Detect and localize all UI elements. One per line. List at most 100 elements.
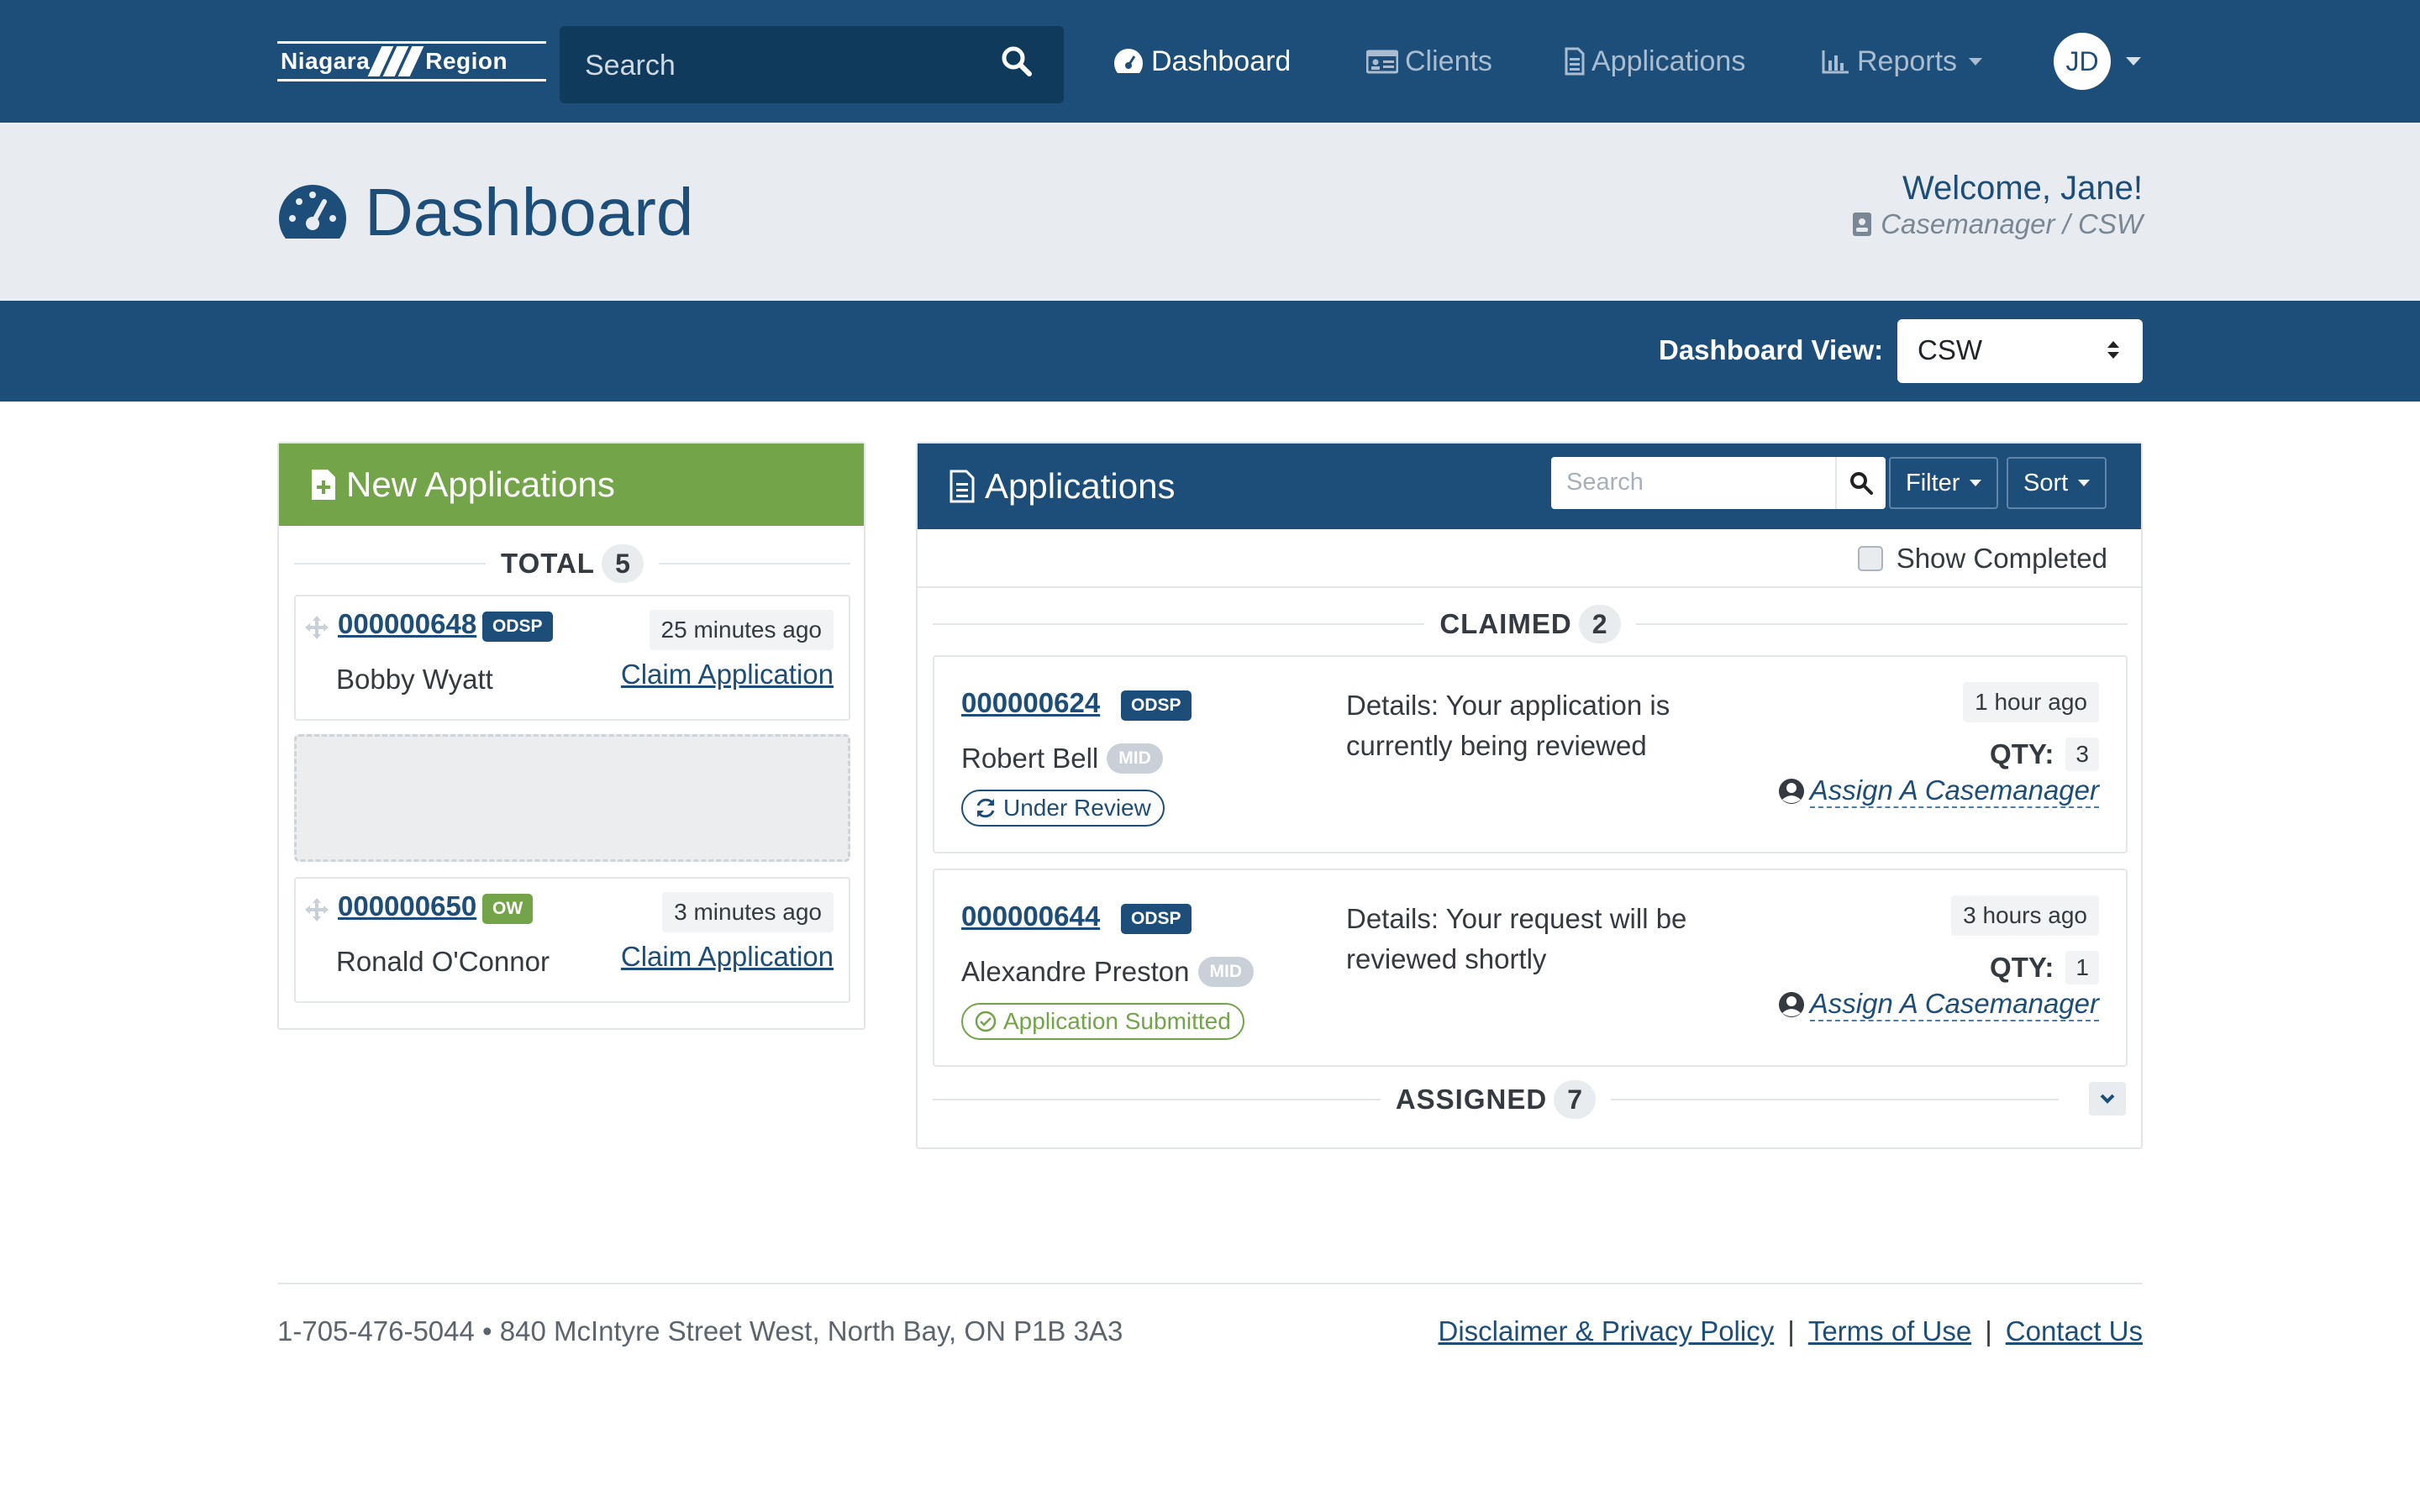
- page-title: Dashboard: [277, 175, 694, 249]
- document-icon: [950, 470, 975, 503]
- user-avatar[interactable]: JD: [2054, 33, 2111, 90]
- total-count-badge: 5: [601, 544, 644, 583]
- check-circle-icon: [975, 1011, 997, 1032]
- tier-badge: MID: [1107, 743, 1163, 774]
- logo-text-right: Region: [425, 48, 508, 74]
- new-application-card[interactable]: 000000648 ODSP 25 minutes ago Bobby Wyat…: [294, 595, 850, 721]
- new-applications-panel: New Applications TOTAL 5 000000648 ODSP …: [277, 442, 865, 1030]
- drop-zone-placeholder[interactable]: [294, 734, 850, 862]
- file-plus-icon: [312, 470, 335, 500]
- applications-panel: Applications Filter Sort Show Completed …: [916, 442, 2143, 1149]
- assign-casemanager-link[interactable]: Assign A Casemanager: [1778, 988, 2099, 1021]
- niagara-region-logo[interactable]: Niagara Region: [277, 41, 546, 81]
- id-badge-icon: [1853, 213, 1872, 236]
- expand-assigned-button[interactable]: [2089, 1082, 2126, 1116]
- bar-chart-icon: [1822, 50, 1849, 74]
- applicant-name: Ronald O'Connor: [336, 946, 550, 977]
- sort-button[interactable]: Sort: [2007, 457, 2107, 509]
- quantity-label: QTY:: [1990, 738, 2054, 769]
- nav-item-label: Dashboard: [1151, 45, 1292, 77]
- dashboard-view-select[interactable]: CSW: [1897, 319, 2143, 383]
- nav-item-reports[interactable]: Reports: [1822, 42, 1983, 81]
- application-id-link[interactable]: 000000644: [961, 900, 1100, 932]
- global-search-input[interactable]: [585, 46, 988, 85]
- applications-search-input[interactable]: [1566, 467, 1818, 497]
- nav-item-label: Applications: [1591, 45, 1746, 77]
- time-ago: 25 minutes ago: [649, 610, 834, 650]
- refresh-icon: [976, 798, 995, 818]
- page-title-text: Dashboard: [365, 175, 694, 249]
- footer-separator: |: [1787, 1315, 1795, 1347]
- nav-item-label: Clients: [1405, 45, 1492, 77]
- show-completed-label: Show Completed: [1896, 543, 2107, 574]
- show-completed-toggle[interactable]: Show Completed: [1857, 543, 2107, 575]
- footer-divider: [277, 1283, 2143, 1284]
- application-card[interactable]: 000000624 ODSP Robert Bell MID Under Rev…: [933, 655, 2128, 853]
- tachometer-icon: [1114, 49, 1143, 73]
- new-applications-title: New Applications: [346, 465, 615, 504]
- filter-button[interactable]: Filter: [1889, 457, 1999, 509]
- select-arrows-icon: [2107, 341, 2119, 359]
- program-badge: ODSP: [1121, 690, 1192, 721]
- applicant-row: Robert Bell MID: [961, 743, 1163, 774]
- time-ago: 3 minutes ago: [662, 892, 834, 932]
- disclaimer-privacy-link[interactable]: Disclaimer & Privacy Policy: [1438, 1315, 1774, 1347]
- applications-header: Applications Filter Sort: [918, 444, 2141, 529]
- chevron-down-icon: [1969, 57, 1983, 66]
- application-card[interactable]: 000000644 ODSP Alexandre Preston MID App…: [933, 869, 2128, 1067]
- program-badge: OW: [482, 894, 534, 924]
- applicant-name: Robert Bell: [961, 743, 1099, 774]
- show-completed-checkbox[interactable]: [1857, 546, 1883, 571]
- logo-slashes-icon: [367, 46, 424, 76]
- welcome-message: Welcome, Jane!: [1902, 170, 2143, 207]
- divider: [918, 586, 2141, 588]
- tier-badge: MID: [1197, 957, 1254, 987]
- quantity: QTY: 3: [1990, 738, 2099, 771]
- search-icon: [1850, 472, 1873, 495]
- id-card-icon: [1366, 50, 1398, 74]
- assign-casemanager-link[interactable]: Assign A Casemanager: [1778, 774, 2099, 808]
- claim-application-link[interactable]: Claim Application: [621, 659, 834, 690]
- quantity-value: 1: [2065, 951, 2099, 984]
- applications-title: Applications: [985, 466, 1176, 506]
- user-circle-icon: [1778, 779, 1804, 804]
- new-application-card[interactable]: 000000650 OW 3 minutes ago Ronald O'Conn…: [294, 877, 850, 1003]
- quantity-label: QTY:: [1990, 952, 2054, 983]
- program-badge: ODSP: [1121, 904, 1192, 934]
- chevron-down-icon: [1970, 480, 1982, 486]
- global-search: [560, 26, 1064, 103]
- application-details: Details: Your application is currently b…: [1346, 690, 1670, 761]
- terms-of-use-link[interactable]: Terms of Use: [1808, 1315, 1971, 1347]
- user-circle-icon: [1778, 992, 1804, 1017]
- time-ago: 1 hour ago: [1963, 682, 2099, 722]
- footer-links: Disclaimer & Privacy Policy | Terms of U…: [1438, 1315, 2143, 1347]
- avatar-dropdown-chevron-icon[interactable]: [2126, 57, 2141, 66]
- application-id-link[interactable]: 000000648: [338, 608, 476, 640]
- footer-separator: |: [1985, 1315, 1992, 1347]
- applicant-name: Alexandre Preston: [961, 956, 1190, 987]
- application-id-link[interactable]: 000000624: [961, 687, 1100, 719]
- total-label: TOTAL: [501, 548, 595, 579]
- dashboard-view-selected: CSW: [1918, 334, 1982, 365]
- application-id-link[interactable]: 000000650: [338, 890, 476, 922]
- new-applications-header: New Applications: [279, 444, 864, 526]
- document-icon: [1565, 47, 1585, 76]
- nav-item-dashboard[interactable]: Dashboard: [1113, 42, 1291, 81]
- time-ago: 3 hours ago: [1951, 895, 2099, 936]
- nav-item-clients[interactable]: Clients: [1366, 42, 1492, 81]
- quantity-value: 3: [2065, 738, 2099, 771]
- search-icon[interactable]: [1000, 45, 1034, 78]
- nav-item-applications[interactable]: Applications: [1565, 42, 1745, 81]
- user-role-text: Casemanager / CSW: [1881, 208, 2143, 239]
- claim-application-link[interactable]: Claim Application: [621, 941, 834, 973]
- application-details: Details: Your request will be reviewed s…: [1346, 903, 1687, 974]
- logo-text-left: Niagara: [281, 48, 371, 74]
- drag-handle-icon[interactable]: [304, 615, 329, 640]
- total-divider: TOTAL 5: [294, 543, 850, 585]
- status-badge: Under Review: [961, 790, 1165, 827]
- drag-handle-icon[interactable]: [304, 897, 329, 922]
- claimed-label: CLAIMED: [1439, 608, 1572, 639]
- applications-search-button[interactable]: [1835, 457, 1886, 509]
- contact-us-link[interactable]: Contact Us: [2006, 1315, 2143, 1347]
- chevron-down-icon: [2100, 1094, 2115, 1104]
